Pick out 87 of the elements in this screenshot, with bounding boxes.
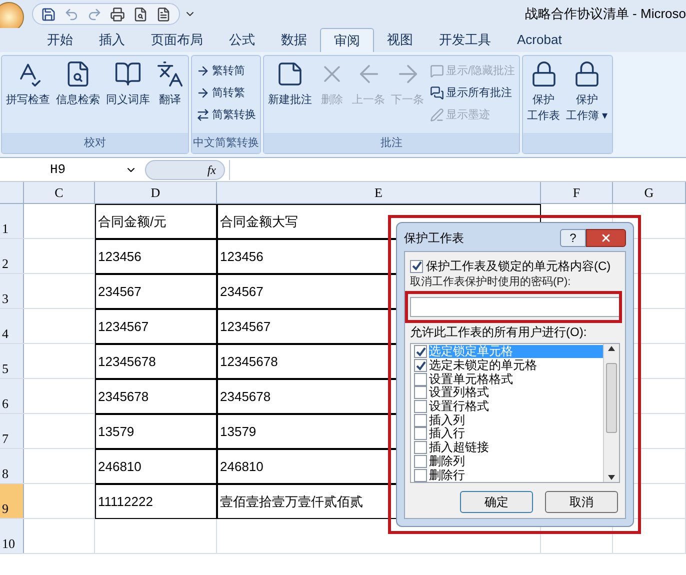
comment-icon	[430, 64, 444, 78]
table-cell: 1234567	[95, 309, 217, 344]
preview-icon[interactable]	[133, 6, 148, 22]
ribbon-button[interactable]: 简转繁	[194, 82, 258, 104]
ribbon-tab[interactable]: Acrobat	[504, 28, 575, 52]
row-header[interactable]: 2	[0, 239, 24, 273]
ribbon-tab[interactable]: 开始	[34, 28, 86, 52]
ribbon-tab[interactable]: 开发工具	[426, 28, 504, 52]
checkbox[interactable]	[414, 345, 427, 358]
scroll-up-icon[interactable]	[608, 346, 615, 351]
checkbox[interactable]	[414, 400, 427, 414]
row-header[interactable]: 1	[0, 204, 24, 238]
function-button[interactable]: fx	[145, 160, 225, 180]
ribbon-tab[interactable]: 数据	[268, 28, 320, 52]
ribbon-button[interactable]: 保护 工作簿 ▾	[564, 56, 610, 124]
ribbon-button[interactable]: 繁转简	[194, 60, 258, 82]
ribbon-button[interactable]: 翻译	[154, 56, 186, 108]
save-icon[interactable]	[41, 6, 56, 22]
close-icon	[600, 232, 612, 244]
row-header[interactable]: 6	[0, 379, 24, 413]
row-header[interactable]: 10	[0, 519, 24, 553]
ribbon-button[interactable]: 显示所有批注	[428, 82, 518, 104]
checkbox[interactable]	[414, 386, 427, 400]
checkbox[interactable]	[414, 468, 427, 482]
ribbon-tab[interactable]: 审阅	[320, 28, 374, 52]
checkbox[interactable]	[414, 359, 427, 372]
dialog-button[interactable]: 取消	[545, 491, 618, 513]
checkbox[interactable]	[414, 427, 427, 440]
group-label: 校对	[2, 133, 188, 153]
ribbon-button[interactable]: 同义词库	[104, 56, 152, 108]
translate-icon	[156, 60, 184, 88]
group-label: 中文简繁转换	[192, 133, 260, 153]
table-cell: 234567	[95, 274, 217, 309]
lock-icon	[573, 60, 602, 88]
close-button[interactable]	[586, 229, 626, 247]
table-cell: 13579	[95, 414, 217, 449]
table-cell: 123456	[95, 239, 217, 274]
arrow-icon	[196, 86, 210, 100]
window-title: 战略合作协议清单 - Microso	[524, 5, 686, 24]
column-header[interactable]: C	[24, 182, 95, 203]
row-header[interactable]: 4	[0, 309, 24, 343]
name-box[interactable]: H9	[0, 160, 145, 180]
document-icon[interactable]	[156, 6, 171, 22]
help-button[interactable]: ?	[560, 229, 586, 247]
ribbon-tab[interactable]: 视图	[374, 28, 426, 52]
checkbox[interactable]	[414, 414, 427, 427]
ribbon-tab[interactable]: 页面布局	[138, 28, 216, 52]
column-header[interactable]: F	[541, 182, 613, 203]
dialog-button[interactable]: 确定	[460, 491, 533, 513]
row-header[interactable]: 8	[0, 449, 24, 483]
note-icon	[276, 60, 304, 88]
comments-icon	[430, 86, 444, 100]
table-cell: 12345678	[95, 344, 217, 379]
table-cell: 合同金额/元	[95, 204, 217, 239]
ribbon-button[interactable]: 保护 工作表	[525, 56, 562, 124]
scroll-down-icon[interactable]	[608, 475, 615, 480]
ribbon-button[interactable]: 信息检索	[54, 56, 102, 108]
row-header[interactable]: 3	[0, 274, 24, 308]
undo-icon[interactable]	[64, 6, 79, 22]
scrollbar[interactable]	[603, 344, 619, 482]
column-header[interactable]: G	[613, 182, 686, 203]
column-header[interactable]: D	[95, 182, 217, 203]
ribbon-tab[interactable]: 插入	[86, 28, 138, 52]
print-icon[interactable]	[110, 6, 125, 22]
arrow-icon	[196, 64, 210, 78]
table-cell: 246810	[95, 449, 217, 484]
checkbox[interactable]	[414, 454, 427, 468]
lock-icon	[530, 60, 558, 88]
table-cell: 2345678	[95, 379, 217, 414]
ribbon-button[interactable]: 新建批注	[266, 56, 314, 108]
table-cell: 11112222	[95, 484, 217, 519]
ribbon-button[interactable]: 拼写检查	[4, 56, 52, 108]
checkbox[interactable]	[414, 441, 427, 454]
column-header[interactable]: E	[217, 182, 541, 203]
ribbon-button[interactable]: 简繁转换	[194, 104, 258, 126]
checkbox[interactable]	[410, 260, 423, 272]
row-header[interactable]: 9	[0, 484, 24, 518]
row-header[interactable]: 5	[0, 344, 24, 378]
book-icon	[114, 60, 142, 88]
password-field[interactable]	[410, 297, 620, 317]
checkbox[interactable]	[414, 372, 427, 386]
redo-icon[interactable]	[87, 6, 102, 22]
swap-icon	[196, 108, 210, 122]
row-header[interactable]: 7	[0, 414, 24, 448]
ribbon-tab[interactable]: 公式	[216, 28, 268, 52]
pen-icon	[430, 108, 444, 122]
group-label: 批注	[264, 133, 520, 153]
